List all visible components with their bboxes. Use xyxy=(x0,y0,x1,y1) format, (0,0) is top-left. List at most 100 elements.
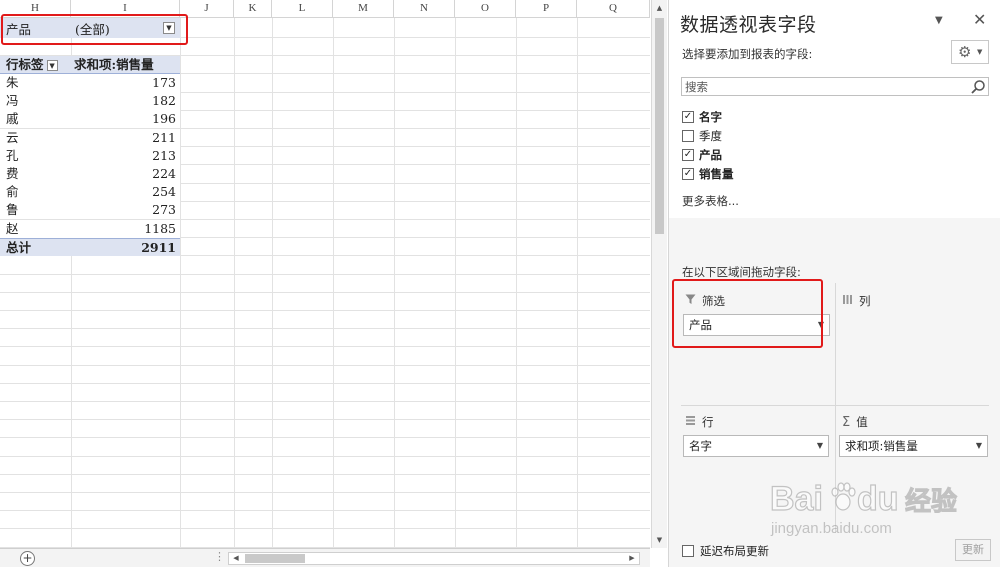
column-header-m[interactable]: M xyxy=(333,0,394,18)
columns-area-title: 列 xyxy=(842,293,871,309)
pivot-filter-label: 产品 xyxy=(6,21,32,37)
checkbox-checked-icon[interactable]: ✓ xyxy=(682,168,694,180)
scroll-right-icon[interactable]: ▶ xyxy=(626,553,638,564)
field-search-box[interactable] xyxy=(681,77,989,96)
row-label-cell[interactable]: 戚 xyxy=(0,110,71,128)
total-value: 2911 xyxy=(141,239,176,255)
row-value-cell[interactable]: 224 xyxy=(71,165,180,183)
row-value-cell[interactable]: 273 xyxy=(71,201,180,219)
grid-row-line xyxy=(0,310,650,311)
row-labels-filter-icon[interactable]: ▼ xyxy=(46,60,58,71)
funnel-icon xyxy=(685,294,696,308)
defer-update-option[interactable]: 延迟布局更新 xyxy=(682,543,769,559)
row-value-cell[interactable]: 173 xyxy=(71,74,180,92)
area-divider xyxy=(681,405,989,406)
scroll-down-icon[interactable]: ▼ xyxy=(652,533,667,547)
update-button[interactable]: 更新 xyxy=(955,539,991,561)
defer-update-label: 延迟布局更新 xyxy=(700,544,769,558)
row-value-cell[interactable]: 196 xyxy=(71,110,180,128)
filter-dropdown-icon[interactable]: ▼ xyxy=(163,22,175,34)
checkbox-checked-icon[interactable]: ✓ xyxy=(682,111,694,123)
field-item-quarter[interactable]: 季度 xyxy=(682,128,722,144)
row-label-cell[interactable]: 赵 xyxy=(0,220,71,238)
rows-field-chip[interactable]: 名字 ▼ xyxy=(683,435,829,457)
layout-settings-button[interactable]: ⚙ ▼ xyxy=(951,40,989,64)
row-value-cell[interactable]: 182 xyxy=(71,92,180,110)
pivot-data-row[interactable]: 孔 213 xyxy=(0,146,180,165)
row-label-cell[interactable]: 费 xyxy=(0,165,71,183)
field-item-product[interactable]: ✓ 产品 xyxy=(682,147,722,163)
row-label-cell[interactable]: 云 xyxy=(0,129,71,147)
pivot-filter-row[interactable]: 产品 (全部) ▼ xyxy=(0,18,180,38)
more-tables-link[interactable]: 更多表格... xyxy=(682,193,739,209)
column-header-h[interactable]: H xyxy=(0,0,71,18)
row-label-cell[interactable]: 朱 xyxy=(0,74,71,92)
grid-column-line xyxy=(272,18,273,548)
grid-row-line xyxy=(0,365,650,366)
search-icon[interactable] xyxy=(970,79,986,95)
row-label-cell[interactable]: 鲁 xyxy=(0,201,71,219)
grid-row-line xyxy=(0,456,650,457)
row-value-cell[interactable]: 213 xyxy=(71,147,180,165)
column-header-l[interactable]: L xyxy=(272,0,333,18)
column-header-q[interactable]: Q xyxy=(577,0,650,18)
checkbox-checked-icon[interactable]: ✓ xyxy=(682,149,694,161)
filter-area-title: 筛选 xyxy=(685,293,725,309)
column-header-k[interactable]: K xyxy=(234,0,272,18)
pivot-data-row[interactable]: 鲁 273 xyxy=(0,201,180,220)
column-header-n[interactable]: N xyxy=(394,0,455,18)
checkbox-unchecked-icon[interactable] xyxy=(682,130,694,142)
column-header-j[interactable]: J xyxy=(180,0,234,18)
values-field-chip[interactable]: 求和项:销售量 ▼ xyxy=(839,435,988,457)
row-label-cell[interactable]: 孔 xyxy=(0,147,71,165)
spreadsheet-grid[interactable]: H I J K L M N O P Q 产品 (全部) ▼ 行标签 ▼ 求和项:销… xyxy=(0,0,650,548)
area-divider xyxy=(835,283,836,533)
add-sheet-icon[interactable]: + xyxy=(20,551,35,566)
field-label: 季度 xyxy=(699,129,722,143)
row-label-cell[interactable]: 俞 xyxy=(0,183,71,201)
row-value-cell[interactable]: 211 xyxy=(71,129,180,147)
filter-chip-label: 产品 xyxy=(689,318,712,332)
tab-split-handle-icon[interactable]: ⋮ xyxy=(214,550,225,563)
chevron-down-icon[interactable]: ▼ xyxy=(976,436,982,456)
grid-row-line xyxy=(0,274,650,275)
pivot-data-row[interactable]: 冯 182 xyxy=(0,92,180,111)
drag-fields-label: 在以下区域间拖动字段: xyxy=(682,265,801,279)
column-header-i[interactable]: I xyxy=(71,0,180,18)
column-header-p[interactable]: P xyxy=(516,0,577,18)
vertical-scroll-thumb[interactable] xyxy=(655,18,664,234)
grid-column-line xyxy=(455,18,456,548)
grid-row-line xyxy=(0,401,650,402)
checkbox-unchecked-icon[interactable] xyxy=(682,545,694,557)
rows-area-label: 行 xyxy=(702,415,714,429)
pivot-data-row[interactable]: 戚 196 xyxy=(0,110,180,129)
row-labels-header[interactable]: 行标签 ▼ xyxy=(0,56,71,73)
pivot-data-row[interactable]: 俞 254 xyxy=(0,183,180,202)
pivot-data-row[interactable]: 费 224 xyxy=(0,165,180,183)
row-label-cell[interactable]: 冯 xyxy=(0,92,71,110)
panel-options-dropdown-icon[interactable]: ▼ xyxy=(935,15,943,26)
values-area-title: Σ 值 xyxy=(842,414,868,430)
field-item-sales[interactable]: ✓ 销售量 xyxy=(682,166,734,182)
chevron-down-icon[interactable]: ▼ xyxy=(817,436,823,456)
column-header-o[interactable]: O xyxy=(455,0,516,18)
chevron-down-icon[interactable]: ▼ xyxy=(818,315,824,335)
row-value-cell[interactable]: 1185 xyxy=(71,220,180,238)
values-area-label: 值 xyxy=(856,415,868,429)
search-input[interactable] xyxy=(682,78,962,95)
values-header: 求和项:销售量 xyxy=(74,57,154,72)
field-item-name[interactable]: ✓ 名字 xyxy=(682,109,722,125)
grid-column-line xyxy=(333,18,334,548)
scroll-up-icon[interactable]: ▲ xyxy=(652,1,667,15)
vertical-scrollbar[interactable]: ▲ ▼ xyxy=(651,0,667,548)
horizontal-scrollbar[interactable]: ◀ ▶ xyxy=(228,552,640,565)
choose-fields-label: 选择要添加到报表的字段: xyxy=(682,47,813,61)
pivot-data-row[interactable]: 云 211 xyxy=(0,128,180,147)
row-value-cell[interactable]: 254 xyxy=(71,183,180,201)
filter-field-chip[interactable]: 产品 ▼ xyxy=(683,314,830,336)
pivot-data-row[interactable]: 赵 1185 xyxy=(0,219,180,238)
scroll-left-icon[interactable]: ◀ xyxy=(230,553,242,564)
pivot-data-row[interactable]: 朱 173 xyxy=(0,74,180,92)
horizontal-scroll-thumb[interactable] xyxy=(245,554,305,563)
close-icon[interactable]: ✕ xyxy=(973,10,986,29)
